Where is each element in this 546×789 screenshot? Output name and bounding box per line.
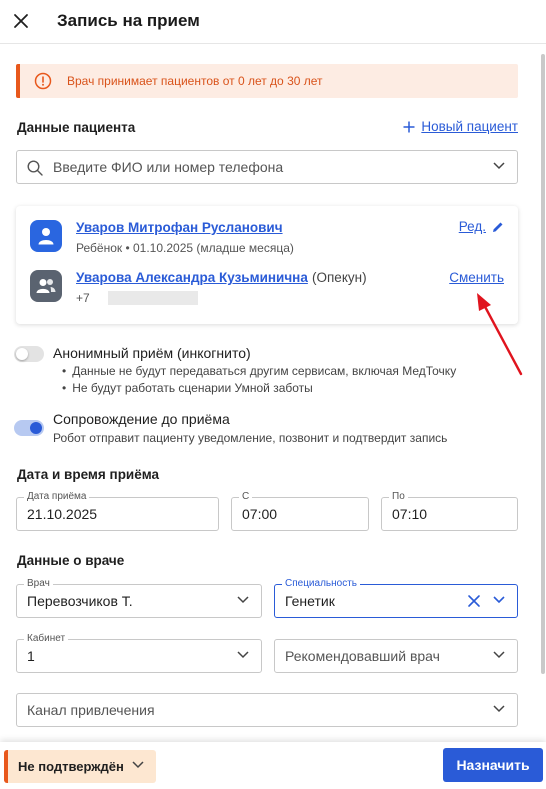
room-select-label: Кабинет [24, 632, 69, 646]
chevron-down-icon[interactable] [493, 162, 505, 170]
new-patient-label: Новый пациент [421, 119, 518, 134]
doctor-select-label: Врач [24, 577, 53, 591]
age-warning-alert: Врач принимает пациентов от 0 лет до 30 … [16, 64, 518, 98]
assign-button[interactable]: Назначить [443, 748, 543, 782]
child-avatar [30, 220, 62, 252]
pencil-icon [493, 222, 503, 232]
patient-section-title: Данные пациента [17, 120, 136, 135]
modal-title: Запись на прием [57, 11, 200, 30]
close-button[interactable] [10, 10, 32, 32]
child-details: Ребёнок • 01.10.2025 (младше месяца) [76, 241, 294, 255]
new-patient-link[interactable]: Новый пациент [403, 119, 518, 134]
user-icon [38, 228, 54, 245]
room-select[interactable]: Кабинет 1 [16, 632, 262, 673]
users-icon [36, 279, 56, 293]
edit-patient-link[interactable]: Ред. [459, 219, 504, 234]
close-icon [14, 14, 28, 28]
status-label: Не подтверждён [18, 759, 124, 774]
anonymous-notes: Данные не будут передаваться другим серв… [62, 363, 456, 397]
modal-header: Запись на прием [0, 0, 546, 44]
doctor-select-value: Перевозчиков Т. [27, 593, 133, 609]
chevron-down-icon [132, 761, 144, 769]
escort-label: Сопровождение до приёма [53, 411, 230, 427]
time-to-field[interactable]: По 07:10 [381, 490, 518, 531]
referrer-placeholder: Рекомендовавший врач [285, 648, 440, 664]
time-to-value: 07:10 [392, 506, 428, 522]
chevron-down-icon [237, 651, 249, 659]
child-name-link[interactable]: Уваров Митрофан Русланович [76, 220, 283, 235]
guardian-avatar [30, 270, 62, 302]
plus-icon [403, 121, 415, 132]
chevron-down-icon [493, 596, 505, 604]
guardian-name-link[interactable]: Уварова Александра Кузьминична [76, 270, 308, 285]
date-field-label: Дата приёма [24, 490, 90, 504]
chevron-down-icon [493, 651, 505, 659]
anonymous-toggle[interactable] [14, 346, 44, 362]
channel-select[interactable]: Канал привлечения [16, 693, 518, 727]
room-select-value: 1 [27, 648, 35, 664]
specialty-select-label: Специальность [282, 577, 360, 591]
time-from-value: 07:00 [242, 506, 278, 522]
guardian-role: (Опекун) [312, 270, 367, 285]
channel-placeholder: Канал привлечения [27, 702, 155, 718]
toggle-knob [16, 348, 28, 360]
patient-card: Уваров Митрофан Русланович Ребёнок • 01.… [16, 206, 518, 324]
guardian-phone: +7 [76, 291, 90, 305]
anonymous-note: Не будут работать сценарии Умной заботы [62, 380, 456, 397]
escort-toggle[interactable] [14, 420, 44, 436]
change-guardian-link[interactable]: Сменить [449, 270, 504, 285]
search-icon [27, 160, 43, 176]
doctor-section-title: Данные о враче [17, 553, 125, 568]
doctor-select[interactable]: Врач Перевозчиков Т. [16, 577, 262, 618]
date-field[interactable]: Дата приёма 21.10.2025 [16, 490, 219, 531]
edit-label: Ред. [458, 219, 486, 234]
specialty-select[interactable]: Специальность Генетик [274, 577, 518, 618]
escort-hint: Робот отправит пациенту уведомление, поз… [53, 431, 448, 445]
time-from-field[interactable]: С 07:00 [231, 490, 369, 531]
datetime-section-title: Дата и время приёма [17, 467, 160, 482]
time-from-label: С [239, 490, 253, 504]
confirmation-status-dropdown[interactable]: Не подтверждён [4, 750, 156, 783]
scrollbar-thumb[interactable] [541, 54, 545, 674]
chevron-down-icon [493, 705, 505, 713]
toggle-knob [30, 422, 42, 434]
phone-redaction [108, 291, 198, 305]
clear-icon[interactable] [467, 594, 481, 608]
scrollbar[interactable] [538, 44, 546, 744]
time-to-label: По [389, 490, 408, 504]
alert-circle-icon [34, 72, 52, 90]
specialty-select-value: Генетик [285, 593, 335, 609]
anonymous-note: Данные не будут передаваться другим серв… [62, 363, 456, 380]
chevron-down-icon [237, 596, 249, 604]
modal-footer: Не подтверждён Назначить [0, 742, 546, 789]
patient-search[interactable] [16, 150, 518, 184]
referrer-select[interactable]: Рекомендовавший врач [274, 639, 518, 673]
alert-text: Врач принимает пациентов от 0 лет до 30 … [67, 74, 323, 88]
anonymous-label: Анонимный приём (инкогнито) [53, 345, 251, 361]
patient-search-input[interactable] [53, 159, 473, 175]
date-field-value: 21.10.2025 [27, 506, 98, 522]
